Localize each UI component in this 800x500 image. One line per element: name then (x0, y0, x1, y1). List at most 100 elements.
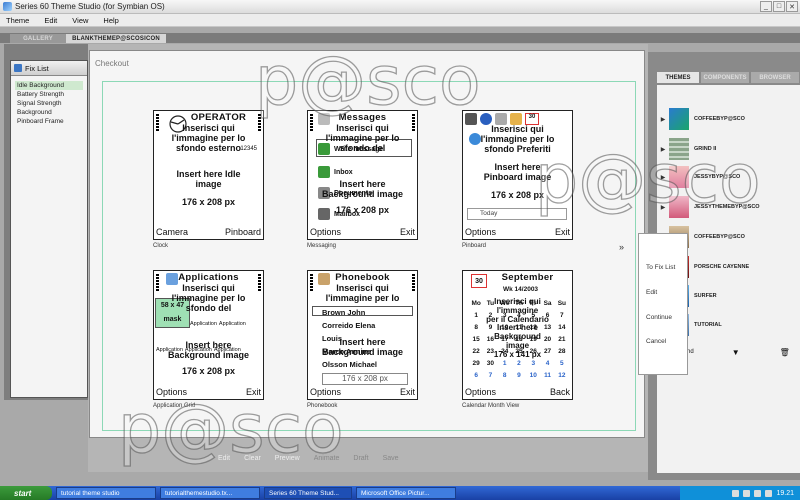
fix-item-background[interactable]: Background (15, 108, 83, 117)
phone-app-grid[interactable]: Applications 58 x 47 mask Application Ap… (153, 270, 264, 400)
minimize-button[interactable]: _ (760, 1, 772, 12)
phone-calendar[interactable]: 30 September Wk 14/2003 Mo Tu We Th Fr Sa Su 1 2… (462, 270, 573, 400)
msg-item-inbox[interactable]: Inbox (318, 166, 353, 178)
calendar-day[interactable]: 7 (483, 370, 497, 382)
caption-phonebook: Phonebook (307, 403, 338, 409)
fix-item-signal-strength[interactable]: Signal Strength (15, 99, 83, 108)
tool-preview[interactable]: Preview (275, 455, 300, 462)
softkey-options[interactable]: Options (465, 227, 496, 238)
softkey-exit[interactable]: Exit (555, 227, 570, 238)
menu-theme[interactable]: Theme (6, 16, 29, 25)
softkey-exit[interactable]: Exit (400, 227, 415, 238)
softkey-pinboard[interactable]: Pinboard (225, 227, 261, 238)
calendar-day[interactable]: 4 (540, 358, 554, 370)
taskbar: start tutorial theme studio tutorialthem… (0, 486, 800, 500)
task-4[interactable]: Microsoft Office Pictur... (356, 487, 456, 499)
softkey-camera[interactable]: Camera (156, 227, 188, 238)
clock-time: 19.21 (776, 489, 794, 497)
tray-icon[interactable] (743, 489, 751, 497)
task-3[interactable]: Series 60 Theme Stud... (264, 487, 352, 499)
system-tray: 19.21 (680, 486, 800, 500)
calendar-day[interactable]: 2 (512, 358, 526, 370)
theme-item[interactable]: ▶ GRIND II (657, 135, 800, 163)
fix-item-pinboard-frame[interactable]: Pinboard Frame (15, 117, 83, 126)
menu-edit-item[interactable]: Edit (646, 289, 657, 296)
tool-save[interactable]: Save (383, 455, 399, 462)
tab-browser[interactable]: BROWSER (751, 72, 799, 83)
tool-clear[interactable]: Clear (244, 455, 261, 462)
theme-item[interactable]: ▶ JESSYBYP@SCO (657, 163, 800, 191)
theme-item[interactable]: ▶ COFFEEBYP@SCO (657, 105, 800, 133)
clock-softkeys: Camera Pinboard (154, 227, 263, 238)
menu-to-fix-list[interactable]: To Fix List (646, 264, 675, 271)
phone-phonebook[interactable]: Phonebook Brown John Correido Elena Loui… (307, 270, 418, 400)
app-grid-overlay-en: Insert here Background image 176 x 208 p… (167, 340, 250, 376)
expand-triangle-icon: ▶ (660, 146, 666, 153)
menu-edit[interactable]: Edit (44, 16, 57, 25)
dropdown-arrow-icon[interactable]: ▼ (732, 348, 740, 357)
fix-item-battery-strength[interactable]: Battery Strength (15, 90, 83, 99)
phonebook-title: Phonebook (335, 272, 390, 283)
phonebook-overlay: Inserisci qui l'immagine per lo (325, 283, 400, 303)
top-tab-strip: GALLERY BLANKTHEMEP@SCOSICON (0, 33, 800, 43)
calendar-day[interactable]: 30 (483, 358, 497, 370)
task-2[interactable]: tutorialthemestudio.tx... (160, 487, 260, 499)
softkey-options[interactable]: Options (310, 227, 341, 238)
contact-1[interactable]: Brown John (322, 306, 377, 319)
tray-icon[interactable] (732, 489, 740, 497)
clock-body-line-2: l'immagine per lo (171, 133, 246, 144)
task-1[interactable]: tutorial theme studio (56, 487, 156, 499)
softkey-exit[interactable]: Exit (246, 387, 261, 398)
app-icon (3, 2, 12, 11)
caption-clock: Clock (153, 243, 169, 249)
fix-list-header: Fix List (11, 61, 87, 76)
softkey-options[interactable]: Options (310, 387, 341, 398)
contact-2[interactable]: Correido Elena (322, 319, 377, 332)
tab-themes[interactable]: THEMES (657, 72, 699, 83)
softkey-options[interactable]: Options (465, 387, 496, 398)
next-arrow-icon[interactable]: » (619, 242, 624, 252)
menu-continue[interactable]: Continue (646, 314, 672, 321)
softkey-back[interactable]: Back (550, 387, 570, 398)
clock-en-line-1: Insert here Idle (176, 169, 241, 180)
fix-list-title: Fix List (25, 63, 49, 73)
calendar-day[interactable]: 1 (498, 358, 512, 370)
messages-title: Messages (338, 112, 387, 123)
calendar-day[interactable]: 10 (526, 370, 540, 382)
phone-clock[interactable]: OPERATOR 12345 Inserisci qui l'immagine … (153, 110, 264, 240)
checkout-title: Checkout (95, 59, 129, 68)
calendar-day[interactable]: 11 (540, 370, 554, 382)
tab-components[interactable]: COMPONENTS (701, 72, 749, 83)
tray-icon[interactable] (765, 489, 773, 497)
phone-pinboard[interactable]: 30 Inserisci qui l'immagine per lo sfond… (462, 110, 573, 240)
tool-edit[interactable]: Edit (218, 455, 230, 462)
calendar-day[interactable]: 6 (469, 370, 483, 382)
contact-5[interactable]: Olsson Michael (322, 358, 377, 371)
tool-animate[interactable]: Animate (314, 455, 340, 462)
theme-item[interactable]: ▶ JESSYTHEMEBYP@SCO (657, 193, 800, 221)
calendar-day[interactable]: 3 (526, 358, 540, 370)
theme-thumbnail (669, 196, 689, 218)
menu-help[interactable]: Help (103, 16, 118, 25)
tab-gallery[interactable]: GALLERY (10, 34, 66, 43)
menu-cancel[interactable]: Cancel (646, 338, 666, 345)
right-tab-strip: THEMES COMPONENTS BROWSER (657, 72, 800, 83)
trash-icon[interactable]: 🗑 (780, 348, 790, 357)
tool-draft[interactable]: Draft (353, 455, 368, 462)
tray-icon[interactable] (754, 489, 762, 497)
softkey-options[interactable]: Options (156, 387, 187, 398)
menu-view[interactable]: View (72, 16, 88, 25)
phone-messaging[interactable]: Messages Write message Inbox Documents M… (307, 110, 418, 240)
calendar-day[interactable]: 8 (498, 370, 512, 382)
softkey-exit[interactable]: Exit (400, 387, 415, 398)
maximize-button[interactable]: □ (773, 1, 785, 12)
tab-current-theme[interactable]: BLANKTHEMEP@SCOSICON (66, 34, 166, 43)
calendar-day[interactable]: 29 (469, 358, 483, 370)
calendar-day[interactable]: 5 (555, 358, 569, 370)
calendar-day[interactable]: 9 (512, 370, 526, 382)
fix-item-idle-background[interactable]: Idle Background (15, 81, 83, 90)
start-button[interactable]: start (0, 486, 52, 500)
calendar-day[interactable]: 12 (555, 370, 569, 382)
close-button[interactable]: ✕ (786, 1, 798, 12)
fix-list-panel: Fix List Idle Background Battery Strengt… (10, 60, 88, 398)
